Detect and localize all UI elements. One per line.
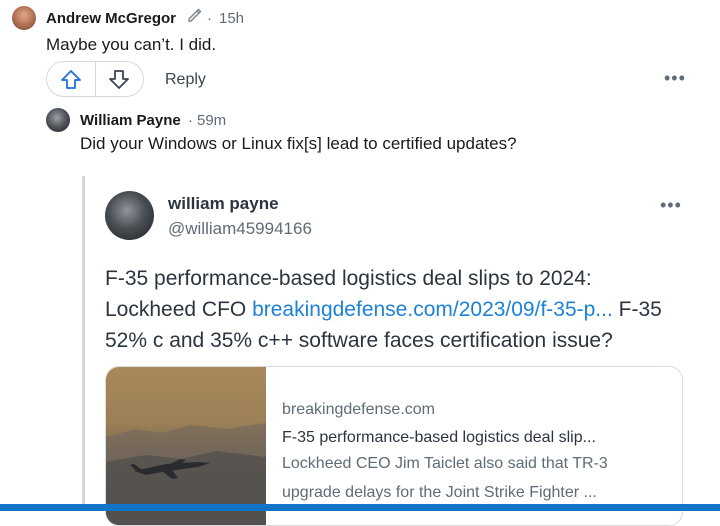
reply-separator-dot: ·: [188, 112, 193, 129]
vote-control: [46, 61, 144, 97]
reply-author[interactable]: William Payne: [80, 112, 181, 129]
card-title: F-35 performance-based logistics deal sl…: [282, 429, 596, 446]
downvote-icon[interactable]: [107, 67, 131, 91]
quote-bar: [82, 176, 85, 511]
card-image: [106, 367, 266, 525]
reply-time: 59m: [197, 112, 227, 129]
comment-separator-dot: ·: [207, 10, 212, 27]
tweet-avatar[interactable]: [105, 191, 154, 240]
comment-text: Maybe you can’t. I did.: [46, 35, 217, 54]
william-avatar[interactable]: [46, 108, 70, 132]
reply-text: Did your Windows or Linux fix[s] lead to…: [80, 134, 517, 153]
comment-author[interactable]: Andrew McGregor: [46, 10, 176, 27]
tweet-more-icon[interactable]: •••: [660, 195, 682, 216]
comment-more-icon[interactable]: •••: [664, 68, 686, 89]
comment-time: 15h: [219, 10, 245, 27]
reply-button[interactable]: Reply: [165, 71, 206, 89]
andrew-avatar[interactable]: [12, 6, 36, 30]
card-domain: breakingdefense.com: [282, 401, 435, 418]
tweet-text: F-35 performance-based logistics deal sl…: [105, 263, 675, 356]
bottom-accent-bar: [0, 504, 720, 511]
pencil-icon: [186, 6, 204, 24]
vote-divider: [95, 62, 96, 96]
tweet-link[interactable]: breakingdefense.com/2023/09/f-35-p...: [252, 298, 613, 321]
card-description: Lockheed CEO Jim Taiclet also said that …: [282, 455, 608, 501]
upvote-icon[interactable]: [59, 68, 83, 92]
link-card[interactable]: breakingdefense.com F-35 performance-bas…: [105, 366, 683, 526]
tweet-handle[interactable]: @william45994166: [168, 219, 312, 239]
tweet-display-name[interactable]: william payne: [168, 194, 279, 214]
